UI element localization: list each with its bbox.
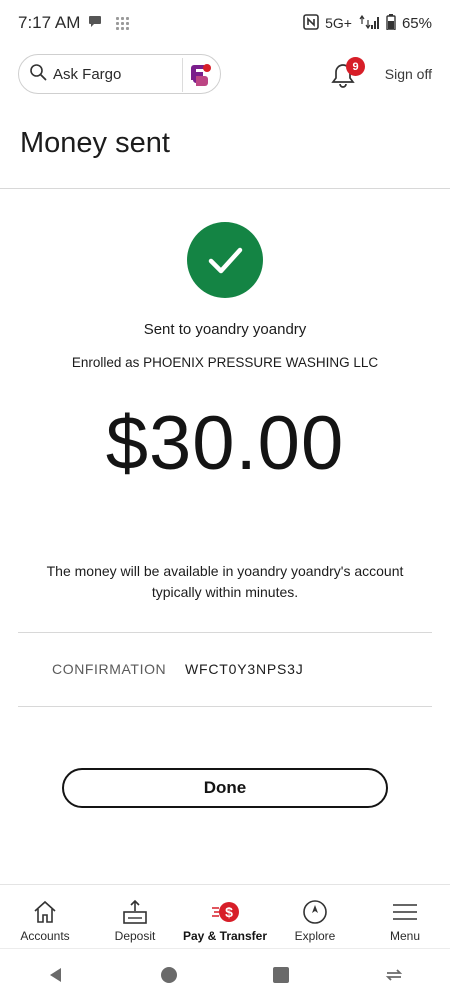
search-icon: [29, 63, 47, 86]
nav-label-menu: Menu: [389, 929, 421, 943]
top-header: Ask Fargo Sign off: [0, 54, 450, 96]
nav-label-deposit: Deposit: [114, 929, 156, 943]
network-type: 5G+: [325, 15, 352, 31]
android-system-nav: [0, 948, 450, 1000]
back-icon[interactable]: [36, 955, 76, 995]
status-time: 7:17 AM: [18, 13, 81, 32]
status-left: 7:17 AM: [18, 13, 130, 33]
status-bar: 7:17 AM 5G+ 65%: [0, 0, 450, 46]
done-button[interactable]: Done: [62, 768, 388, 808]
recents-icon[interactable]: [261, 955, 301, 995]
pay-transfer-icon: $: [212, 902, 239, 922]
battery-icon: [386, 13, 396, 33]
page-title: Money sent: [20, 127, 170, 159]
nav-item-deposit[interactable]: Deposit: [90, 885, 180, 948]
nav-label-pay-transfer: Pay & Transfer: [182, 929, 268, 943]
title-divider: [0, 188, 450, 189]
notification-badge: 9: [346, 57, 365, 76]
ask-fargo-search[interactable]: Ask Fargo: [18, 54, 221, 94]
app-grid-icon: [116, 16, 130, 30]
compass-icon: [303, 900, 327, 924]
sign-off-link[interactable]: Sign off: [385, 66, 432, 82]
success-check-icon: [187, 222, 263, 298]
deposit-icon: [123, 899, 147, 924]
signal-icon: [358, 14, 380, 32]
confirmation-label: CONFIRMATION: [52, 661, 167, 677]
home-button-icon[interactable]: [149, 955, 189, 995]
chat-bubble-icon: [88, 14, 102, 33]
nav-label-accounts: Accounts: [20, 929, 70, 943]
fargo-assistant-icon[interactable]: [182, 58, 216, 92]
availability-message: The money will be available in yoandry y…: [46, 563, 404, 600]
svg-text:$: $: [225, 904, 233, 920]
search-label: Ask Fargo: [53, 65, 122, 83]
nav-item-accounts[interactable]: Accounts: [0, 885, 90, 948]
bottom-nav: Accounts Deposit $ Pay & Transfer Explor…: [0, 884, 450, 948]
nav-item-pay-transfer[interactable]: $ Pay & Transfer: [180, 885, 270, 948]
sent-to-text: Sent to yoandry yoandry: [143, 321, 307, 338]
enrolled-as-text: Enrolled as PHOENIX PRESSURE WASHING LLC: [71, 355, 379, 370]
home-icon: [34, 900, 56, 923]
status-right: 5G+ 65%: [303, 13, 432, 33]
amount-sent: $30.00: [105, 401, 345, 486]
nav-label-explore: Explore: [294, 929, 336, 943]
divider-bottom: [18, 706, 432, 707]
nfc-icon: [303, 13, 319, 33]
divider-top: [18, 632, 432, 633]
battery-level: 65%: [401, 14, 432, 32]
hamburger-icon: [393, 904, 417, 920]
rotate-icon[interactable]: [374, 955, 414, 995]
nav-item-explore[interactable]: Explore: [270, 885, 360, 948]
confirmation-number: WFCT0Y3NPS3J: [185, 661, 304, 677]
nav-item-menu[interactable]: Menu: [360, 885, 450, 948]
